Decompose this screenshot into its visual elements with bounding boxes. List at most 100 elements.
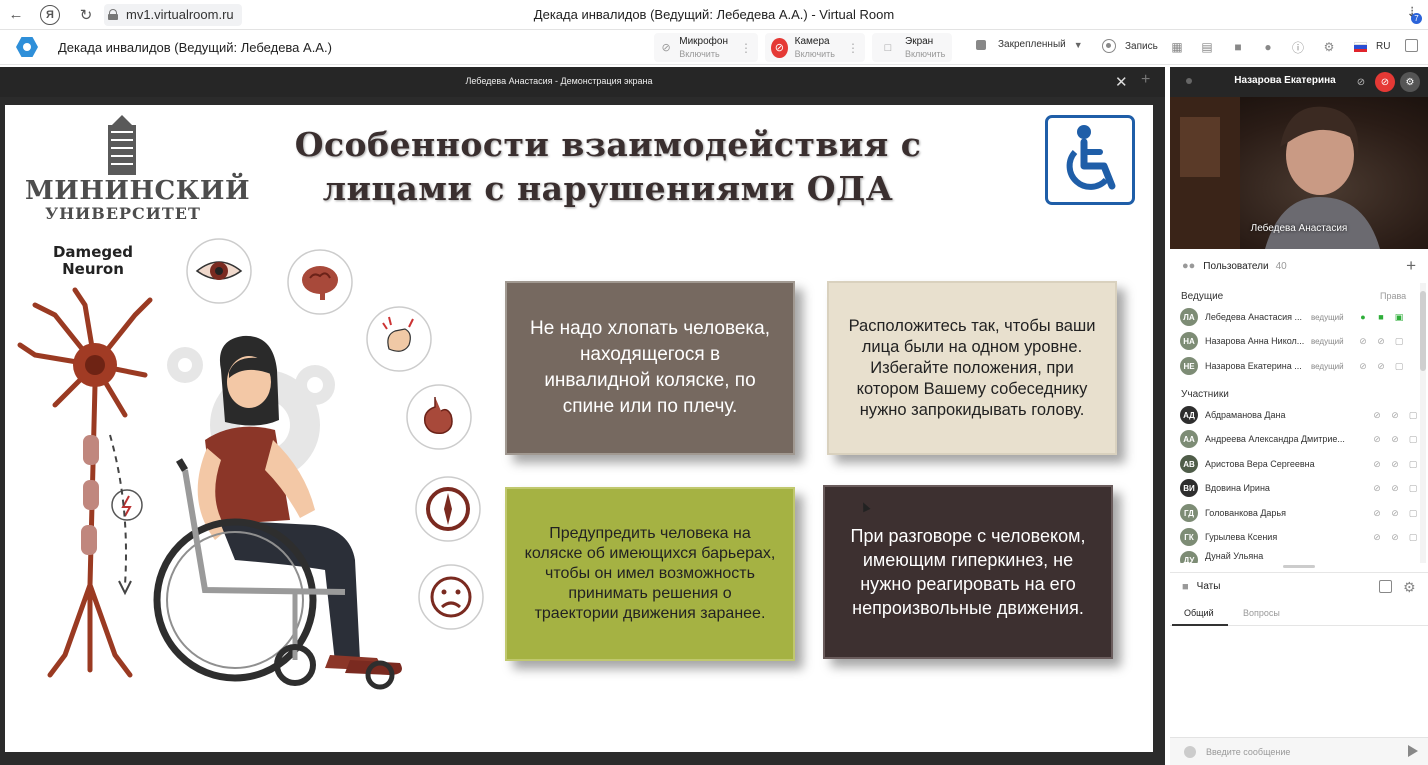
participant-row[interactable]: ДУ Дунай Ульяна <box>1180 551 1420 563</box>
panel-splitter[interactable] <box>1283 565 1315 568</box>
slide-title-line1: Особенности взаимодействия с <box>294 125 922 164</box>
camera-off-icon[interactable]: ⊘ <box>1375 360 1387 372</box>
avatar: ВИ <box>1180 479 1198 497</box>
yandex-icon[interactable]: Я <box>40 4 60 25</box>
plus-icon[interactable]: + <box>1141 71 1150 89</box>
close-icon[interactable]: ✕ <box>1115 73 1128 91</box>
camera-off-icon[interactable]: ⊘ <box>1375 72 1395 92</box>
host-row[interactable]: НЕ Назарова Екатерина ... ведущий ⊘ ⊘ ▢ <box>1180 355 1420 377</box>
camera-off-icon[interactable]: ⊘ <box>1375 335 1387 347</box>
chats-header: ■ Чаты ⚙ <box>1170 572 1428 600</box>
document-icon[interactable]: ▤ <box>1200 40 1214 54</box>
microphone-on-icon[interactable]: ● <box>1357 311 1369 323</box>
camera-off-icon[interactable]: ⊘ <box>1389 507 1401 519</box>
microphone-off-icon[interactable]: ⊘ <box>1371 433 1383 445</box>
tip-card-3: Предупредить человека на коляске об имею… <box>505 487 795 661</box>
user-icon[interactable]: ● <box>1261 40 1275 54</box>
participant-row[interactable]: ГК Гурылева Ксения ⊘ ⊘ ▢ <box>1180 526 1420 548</box>
tab-questions[interactable]: Вопросы <box>1243 608 1280 618</box>
folder-icon[interactable]: ■ <box>1231 40 1245 54</box>
screen-off-icon[interactable]: ▢ <box>1407 433 1419 445</box>
camera-off-icon[interactable]: ⊘ <box>1389 433 1401 445</box>
microphone-off-icon[interactable]: ⊘ <box>1357 360 1369 372</box>
gear-icon[interactable]: ⚙ <box>1403 579 1416 596</box>
microphone-off-icon[interactable]: ⊘ <box>1371 531 1383 543</box>
emoji-icon[interactable] <box>1184 745 1196 758</box>
reload-icon[interactable]: ↻ <box>74 3 98 27</box>
screen-off-icon[interactable]: ▢ <box>1407 507 1419 519</box>
microphone-off-icon[interactable]: ⊘ <box>1371 482 1383 494</box>
screen-off-icon[interactable]: ▢ <box>1407 409 1419 421</box>
camera-label: Камера <box>794 35 830 47</box>
record-button[interactable]: Запись <box>1102 39 1158 53</box>
camera-off-icon: ⊘ <box>771 37 788 58</box>
user-name: Абдраманова Дана <box>1205 410 1286 420</box>
screen-off-icon[interactable]: ▢ <box>1407 482 1419 494</box>
fullscreen-icon[interactable] <box>1405 39 1418 52</box>
camera-off-icon[interactable]: ⊘ <box>1389 409 1401 421</box>
user-name: Гурылева Ксения <box>1205 532 1278 542</box>
address-bar[interactable]: mv1.virtualroom.ru <box>104 3 242 26</box>
participant-row[interactable]: АА Андреева Александра Дмитрие... ⊘ ⊘ ▢ <box>1180 428 1420 450</box>
message-input[interactable]: Введите сообщение <box>1206 747 1290 757</box>
sad-face-symptom-icon <box>418 564 484 630</box>
wheelchair-accessibility-icon <box>1066 125 1116 190</box>
host-row[interactable]: ЛА Лебедева Анастасия ... ведущий ● ■ ▣ <box>1180 306 1420 328</box>
users-scrollbar[interactable] <box>1420 283 1426 563</box>
chat-export-icon[interactable] <box>1379 580 1392 593</box>
microphone-off-icon[interactable]: ⊘ <box>1371 409 1383 421</box>
tip-card-3-line: Предупредить человека на <box>549 525 751 542</box>
participant-row[interactable]: ГД Голованкова Дарья ⊘ ⊘ ▢ <box>1180 502 1420 524</box>
camera-off-icon[interactable]: ⊘ <box>1389 458 1401 470</box>
layout-icon <box>976 39 986 50</box>
pinned-label: Закрепленный <box>998 39 1066 50</box>
url-text: mv1.virtualroom.ru <box>126 7 234 22</box>
add-user-button[interactable]: + <box>1406 256 1416 276</box>
screen-off-icon[interactable]: ▢ <box>1393 360 1405 372</box>
microphone-off-icon[interactable]: ⊘ <box>1371 458 1383 470</box>
microphone-off-icon[interactable]: ⊘ <box>1371 507 1383 519</box>
camera-button[interactable]: ⊘ Камера Включить ⋮ <box>765 33 865 62</box>
microphone-button[interactable]: ⊘ Микрофон Включить ⋮ <box>654 33 758 62</box>
gear-icon[interactable]: ⚙ <box>1400 72 1420 92</box>
russia-flag-icon[interactable] <box>1354 42 1367 52</box>
screen-off-icon[interactable]: ▢ <box>1407 531 1419 543</box>
screen-share-button[interactable]: □ Экран Включить <box>872 33 952 62</box>
back-arrow-icon[interactable]: ← <box>4 3 28 27</box>
download-icon[interactable]: ⇣ 7 <box>1406 4 1422 24</box>
more-vertical-icon[interactable]: ⋮ <box>847 41 859 55</box>
avatar: НА <box>1180 332 1198 350</box>
university-name-line1: МИНИНСКИЙ <box>25 176 251 206</box>
language-select[interactable]: RU <box>1376 41 1390 52</box>
participant-row[interactable]: АД Абдраманова Дана ⊘ ⊘ ▢ <box>1180 404 1420 426</box>
info-icon[interactable]: ⓘ <box>1291 40 1305 55</box>
scrollbar-thumb[interactable] <box>1420 291 1426 371</box>
screen-off-icon[interactable]: ▢ <box>1407 458 1419 470</box>
microphone-off-icon: ⊘ <box>661 42 671 54</box>
host-row[interactable]: НА Назарова Анна Никол... ведущий ⊘ ⊘ ▢ <box>1180 330 1420 352</box>
microphone-off-icon[interactable]: ⊘ <box>1351 72 1371 92</box>
microphone-off-icon[interactable]: ⊘ <box>1357 335 1369 347</box>
tab-general[interactable]: Общий <box>1184 608 1214 618</box>
chat-tabs: Общий Вопросы <box>1170 602 1428 626</box>
tip-card-2-line: лица были на одном уровне. <box>861 337 1083 356</box>
hosts-section-label: Ведущие <box>1181 291 1224 302</box>
grid-view-icon[interactable]: ▦ <box>1170 40 1184 54</box>
chats-label: Чаты <box>1196 581 1221 592</box>
participant-row[interactable]: АВ Аристова Вера Сергеевна ⊘ ⊘ ▢ <box>1180 453 1420 475</box>
camera-off-icon[interactable]: ⊘ <box>1389 531 1401 543</box>
participant-row[interactable]: ВИ Вдовина Ирина ⊘ ⊘ ▢ <box>1180 477 1420 499</box>
camera-off-icon[interactable]: ⊘ <box>1389 482 1401 494</box>
screen-share-area: Лебедева Анастасия - Демонстрация экрана… <box>0 67 1165 765</box>
screen-on-icon[interactable]: ▣ <box>1393 311 1405 323</box>
room-title: Декада инвалидов (Ведущий: Лебедева А.А.… <box>58 39 332 55</box>
app-root: ← Я ↻ mv1.virtualroom.ru Декада инвалидо… <box>0 0 1428 765</box>
camera-on-icon[interactable]: ■ <box>1375 311 1387 323</box>
settings-icon[interactable]: ⚙ <box>1322 40 1336 54</box>
pinned-layout-select[interactable]: Закрепленный ▼ <box>976 39 1083 50</box>
screen-off-icon[interactable]: ▢ <box>1393 335 1405 347</box>
avatar: АД <box>1180 406 1198 424</box>
send-icon[interactable] <box>1408 745 1418 757</box>
video-tile[interactable]: Назарова Екатерина ⊘ ⊘ ⚙ Лебедева Анаста… <box>1170 67 1428 249</box>
more-vertical-icon[interactable]: ⋮ <box>740 41 752 55</box>
